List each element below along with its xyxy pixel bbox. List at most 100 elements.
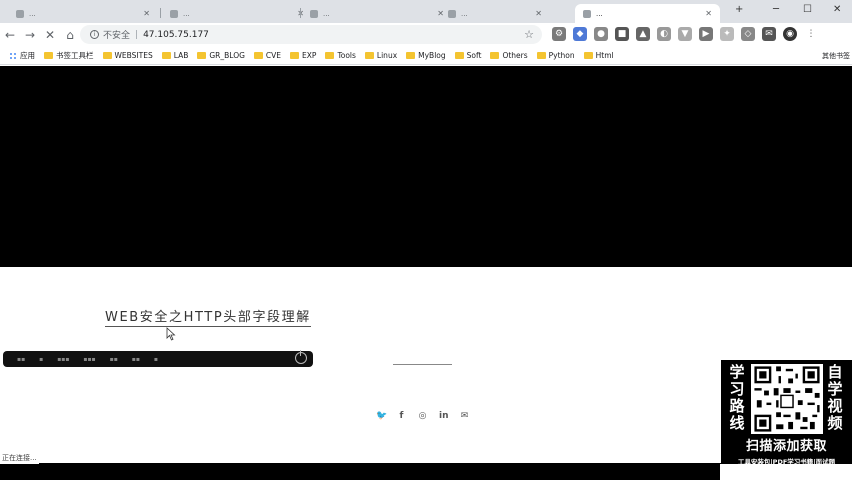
post-title[interactable]: WEB安全之HTTP头部字段理解 xyxy=(105,306,311,327)
promo-cta: 扫描添加获取 xyxy=(745,439,827,454)
maximize-icon[interactable]: ☐ xyxy=(803,4,812,15)
bookmark-folder[interactable]: Others xyxy=(490,51,528,60)
bookmark-folder[interactable]: WEBSITES xyxy=(102,51,153,60)
tab-4[interactable]: ... ✕ xyxy=(440,4,550,23)
stop-icon[interactable]: ✕ xyxy=(40,28,60,42)
toolbar-item[interactable]: ▪▪ xyxy=(17,356,25,363)
bookmark-apps[interactable]: 应用 xyxy=(9,50,35,61)
promo-footer-strip xyxy=(720,464,852,480)
email-icon[interactable]: ✉ xyxy=(460,411,469,421)
window-close-icon[interactable]: ✕ xyxy=(833,4,841,15)
bookmark-folder[interactable]: Soft xyxy=(454,51,482,60)
bookmark-label: 书签工具栏 xyxy=(56,51,94,60)
bookmark-label: Python xyxy=(548,51,575,60)
folder-icon xyxy=(161,52,171,59)
tab-title: ... xyxy=(596,9,603,18)
bookmark-folder[interactable]: CVE xyxy=(253,51,282,60)
instagram-icon[interactable]: ◎ xyxy=(418,411,427,421)
extension-icons: ⚙ ◆ ● ■ ▲ ◐ ▼ ▶ ✦ ◇ ✉ ◉ ⋮ xyxy=(552,27,818,41)
hero-banner xyxy=(0,66,852,267)
favicon-icon xyxy=(170,9,178,18)
bookmark-label: CVE xyxy=(265,51,282,60)
extension-icon[interactable]: ◆ xyxy=(573,27,587,41)
menu-icon[interactable]: ⋮ xyxy=(804,27,818,41)
tab-2[interactable]: ...✕ xyxy=(162,4,312,23)
folder-icon xyxy=(490,52,500,59)
favicon-icon xyxy=(448,9,456,18)
extension-icon[interactable]: ▼ xyxy=(678,27,692,41)
toolbar-item[interactable]: ▪▪▪ xyxy=(83,356,95,363)
close-icon[interactable]: ✕ xyxy=(143,9,150,18)
bookmark-label: MyBlog xyxy=(418,51,446,60)
folder-icon xyxy=(536,52,546,59)
tab-strip: ...✕ ...✕ ...✕ ...✕ ...✕ + ─ ☐ ✕ xyxy=(0,0,852,23)
bookmark-folder[interactable]: MyBlog xyxy=(406,51,446,60)
minimize-icon[interactable]: ─ xyxy=(773,4,779,15)
extension-icon[interactable]: ◇ xyxy=(741,27,755,41)
insecure-label: 不安全 xyxy=(103,31,131,41)
address-bar[interactable]: i 不安全 | 47.105.75.177 ☆ xyxy=(80,25,542,44)
tab-3[interactable]: ... ✕ xyxy=(302,4,452,23)
home-icon[interactable]: ⌂ xyxy=(60,28,80,42)
qr-code-icon xyxy=(751,364,823,434)
extension-icon[interactable]: ● xyxy=(594,27,608,41)
profile-avatar-icon[interactable]: ◉ xyxy=(783,27,797,41)
social-links: 🐦 f ◎ in ✉ xyxy=(376,411,469,421)
info-icon[interactable]: i xyxy=(90,30,99,39)
twitter-icon[interactable]: 🐦 xyxy=(376,411,387,421)
bookmark-folder[interactable]: EXP xyxy=(290,51,316,60)
bookmark-folder[interactable]: Tools xyxy=(325,51,356,60)
bookmark-label: Html xyxy=(595,51,614,60)
tab-title: ... xyxy=(183,9,190,18)
facebook-icon[interactable]: f xyxy=(397,411,406,421)
divider: | xyxy=(135,29,139,40)
other-bookmarks[interactable]: 其他书签 xyxy=(822,51,850,61)
extension-icon[interactable]: ▲ xyxy=(636,27,650,41)
bookmark-folder[interactable]: Html xyxy=(583,51,614,60)
bookmark-star-icon[interactable]: ☆ xyxy=(524,28,534,41)
bookmark-folder[interactable]: GR_BLOG xyxy=(197,51,245,60)
extension-icon[interactable]: ⚙ xyxy=(552,27,566,41)
folder-icon xyxy=(253,52,263,59)
bookmark-label: Linux xyxy=(376,51,398,60)
bookmark-folder[interactable]: 书签工具栏 xyxy=(44,50,94,61)
forward-icon[interactable]: → xyxy=(20,28,40,42)
new-tab-icon[interactable]: + xyxy=(735,4,743,15)
tab-separator xyxy=(160,8,161,18)
bookmark-label: Tools xyxy=(337,51,356,60)
bookmarks-bar: 应用 书签工具栏 WEBSITES LAB GR_BLOG CVE EXP To… xyxy=(0,47,852,65)
favicon-icon xyxy=(310,9,318,18)
promo-overlay: 学习路线 自学视频 扫描添加获取 工具安装包|PDF学习书籍|面试题 xyxy=(721,360,852,466)
bookmark-folder[interactable]: Linux xyxy=(364,51,398,60)
bookmark-label: Soft xyxy=(466,51,482,60)
toolbar-item[interactable]: ▪ xyxy=(39,356,43,363)
extension-icon[interactable]: ▶ xyxy=(699,27,713,41)
bookmark-label: 应用 xyxy=(20,51,35,60)
tab-title: ... xyxy=(323,9,330,18)
back-icon[interactable]: ← xyxy=(0,28,20,42)
status-text: 正在连接... xyxy=(0,452,39,464)
folder-icon xyxy=(406,52,416,59)
extension-icon[interactable]: ✉ xyxy=(762,27,776,41)
toolbar-item[interactable]: ▪▪ xyxy=(110,356,118,363)
folder-icon xyxy=(364,52,374,59)
tab-1[interactable]: ... ✕ xyxy=(8,4,158,23)
bookmark-folder[interactable]: Python xyxy=(536,51,575,60)
folder-icon xyxy=(583,52,593,59)
extension-icon[interactable]: ■ xyxy=(615,27,629,41)
bookmark-folder[interactable]: LAB xyxy=(161,51,188,60)
extension-icon[interactable]: ✦ xyxy=(720,27,734,41)
toolbar-item[interactable]: ▪▪ xyxy=(132,356,140,363)
bookmark-label: Others xyxy=(502,51,528,60)
toolbar-item[interactable]: ▪▪▪ xyxy=(57,356,69,363)
close-icon[interactable]: ✕ xyxy=(705,9,712,18)
tab-active[interactable]: ... ✕ xyxy=(575,4,720,23)
close-icon[interactable]: ✕ xyxy=(535,9,542,18)
extension-icon[interactable]: ◐ xyxy=(657,27,671,41)
power-icon[interactable] xyxy=(295,350,307,364)
linkedin-icon[interactable]: in xyxy=(439,411,449,421)
folder-icon xyxy=(325,52,335,59)
url-text[interactable]: 47.105.75.177 xyxy=(143,30,209,40)
tab-separator xyxy=(300,8,301,18)
toolbar-item[interactable]: ▪ xyxy=(154,356,158,363)
